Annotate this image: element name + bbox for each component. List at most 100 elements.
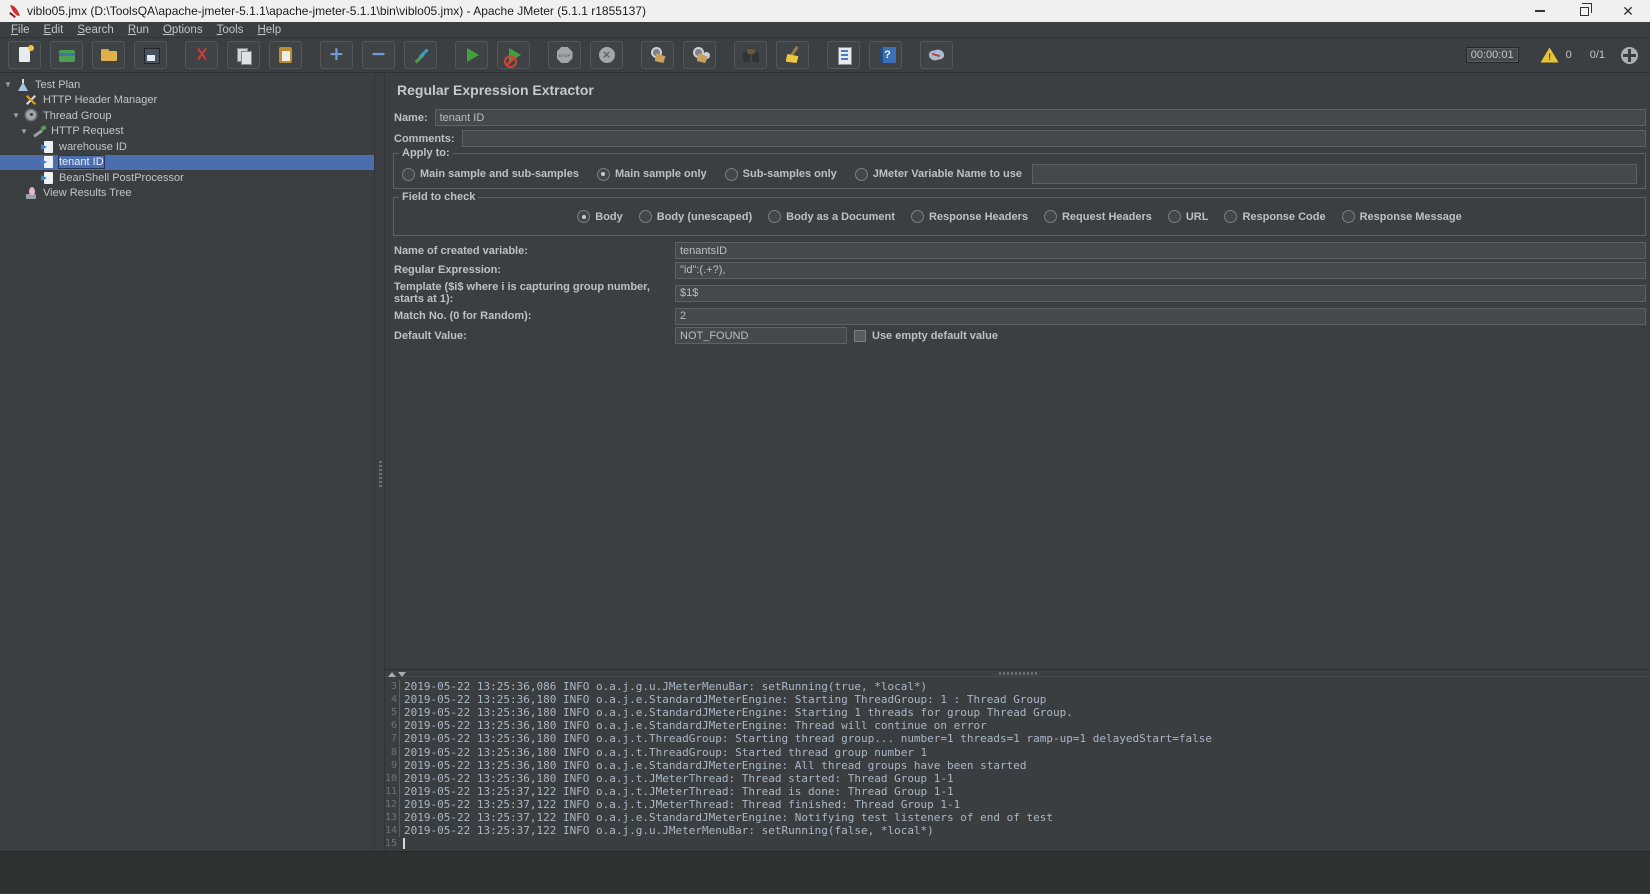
cut-button[interactable] bbox=[185, 41, 218, 69]
shutdown-button[interactable] bbox=[590, 41, 623, 69]
log-line-text: 2019-05-22 13:25:36,180 INFO o.a.j.t.Thr… bbox=[399, 732, 1212, 745]
log-line-text: 2019-05-22 13:25:36,180 INFO o.a.j.e.Sta… bbox=[399, 693, 1046, 706]
stop-button[interactable] bbox=[548, 41, 581, 69]
apply-to-radio-option[interactable]: JMeter Variable Name to use bbox=[855, 168, 1022, 181]
menu-item[interactable]: Search bbox=[70, 24, 120, 36]
plugins-manager-button[interactable] bbox=[920, 41, 953, 69]
menubar: FileEditSearchRunOptionsToolsHelp bbox=[0, 22, 1650, 38]
save-button[interactable] bbox=[134, 41, 167, 69]
remote-start-all-button[interactable] bbox=[641, 41, 674, 69]
radio-button-icon[interactable] bbox=[639, 210, 652, 223]
help-button[interactable] bbox=[869, 41, 902, 69]
field-input[interactable] bbox=[675, 242, 1646, 259]
field-input[interactable] bbox=[675, 262, 1646, 279]
start-no-timers-button[interactable] bbox=[497, 41, 530, 69]
field-to-check-radio-option[interactable]: Request Headers bbox=[1044, 210, 1152, 223]
copy-button[interactable] bbox=[227, 41, 260, 69]
log-splitter[interactable] bbox=[385, 669, 1650, 677]
tree-expand-arrow[interactable]: ▼ bbox=[20, 127, 32, 136]
tree-item[interactable]: BeanShell PostProcessor bbox=[0, 170, 374, 186]
toggle-button[interactable] bbox=[404, 41, 437, 69]
default-value-input[interactable] bbox=[675, 327, 847, 344]
tree-item[interactable]: ▼ HTTP Request bbox=[0, 124, 374, 140]
radio-button-icon[interactable] bbox=[402, 168, 415, 181]
remote-shutdown-all-button[interactable] bbox=[683, 41, 716, 69]
tree-item[interactable]: tenant ID bbox=[0, 155, 374, 171]
restore-button[interactable] bbox=[1562, 0, 1606, 22]
expand-icon bbox=[327, 45, 347, 65]
tree-item[interactable]: ▼ Test Plan bbox=[0, 77, 374, 93]
radio-button-icon[interactable] bbox=[1044, 210, 1057, 223]
name-input[interactable] bbox=[435, 109, 1646, 126]
jmeter-variable-input[interactable] bbox=[1032, 164, 1637, 184]
field-to-check-radio-option[interactable]: Response Code bbox=[1224, 210, 1325, 223]
minimize-button[interactable] bbox=[1518, 0, 1562, 22]
apply-to-radio-option[interactable]: Main sample and sub-samples bbox=[402, 168, 579, 181]
start-button[interactable] bbox=[455, 41, 488, 69]
field-to-check-radio-option[interactable]: Body as a Document bbox=[768, 210, 895, 223]
comments-input[interactable] bbox=[462, 130, 1646, 147]
radio-button-icon[interactable] bbox=[1168, 210, 1181, 223]
apply-to-legend: Apply to: bbox=[399, 147, 453, 159]
field-to-check-radio-option[interactable]: Response Message bbox=[1342, 210, 1462, 223]
tree-expand-arrow[interactable]: ▼ bbox=[4, 80, 16, 89]
warning-icon[interactable] bbox=[1541, 48, 1559, 63]
menu-item[interactable]: Options bbox=[156, 24, 210, 36]
function-helper-button[interactable] bbox=[827, 41, 860, 69]
paste-button[interactable] bbox=[269, 41, 302, 69]
log-line-number: 7 bbox=[385, 733, 399, 744]
radio-button-icon[interactable] bbox=[1224, 210, 1237, 223]
apply-to-radio-option[interactable]: Main sample only bbox=[597, 168, 707, 181]
search-reset-button[interactable] bbox=[776, 41, 809, 69]
log-line-text: 2019-05-22 13:25:36,180 INFO o.a.j.t.Thr… bbox=[399, 746, 927, 759]
expand-all-button[interactable] bbox=[320, 41, 353, 69]
field-to-check-radio-option[interactable]: Response Headers bbox=[911, 210, 1028, 223]
radio-button-icon[interactable] bbox=[725, 168, 738, 181]
tree-item[interactable]: ▼ Thread Group bbox=[0, 108, 374, 124]
menu-item[interactable]: Help bbox=[250, 24, 288, 36]
field-input[interactable] bbox=[675, 285, 1646, 302]
log-line-number: 10 bbox=[385, 773, 399, 784]
menu-item[interactable]: Run bbox=[121, 24, 156, 36]
tree-expand-arrow[interactable]: ▼ bbox=[12, 111, 24, 120]
log-line-number: 15 bbox=[385, 838, 399, 849]
menu-item[interactable]: File bbox=[4, 24, 37, 36]
collapse-all-button[interactable] bbox=[362, 41, 395, 69]
stop-icon bbox=[555, 45, 575, 65]
expand-up-icon[interactable] bbox=[388, 672, 396, 677]
close-button[interactable]: ✕ bbox=[1606, 0, 1650, 22]
splitter-grip[interactable] bbox=[999, 672, 1037, 675]
radio-label: Body bbox=[595, 211, 623, 223]
field-to-check-radio-option[interactable]: Body (unescaped) bbox=[639, 210, 752, 223]
radio-button-icon[interactable] bbox=[597, 168, 610, 181]
field-to-check-radio-option[interactable]: URL bbox=[1168, 210, 1209, 223]
radio-button-icon[interactable] bbox=[855, 168, 868, 181]
tree-item[interactable]: warehouse ID bbox=[0, 139, 374, 155]
vertical-splitter[interactable] bbox=[374, 73, 385, 851]
tree-item[interactable]: View Results Tree bbox=[0, 186, 374, 202]
templates-button[interactable] bbox=[50, 41, 83, 69]
text-cursor bbox=[403, 838, 405, 849]
menu-item[interactable]: Tools bbox=[210, 24, 251, 36]
new-button[interactable] bbox=[8, 41, 41, 69]
log-panel[interactable]: 3 2019-05-22 13:25:36,086 INFO o.a.j.g.u… bbox=[385, 677, 1650, 851]
radio-label: Body as a Document bbox=[786, 211, 895, 223]
log-line: 11 2019-05-22 13:25:37,122 INFO o.a.j.t.… bbox=[385, 785, 1650, 798]
radio-button-icon[interactable] bbox=[768, 210, 781, 223]
radio-button-icon[interactable] bbox=[577, 210, 590, 223]
default-value-row: Default Value: Use empty default value bbox=[393, 327, 1646, 344]
apply-to-radio-option[interactable]: Sub-samples only bbox=[725, 168, 837, 181]
extractor-icon bbox=[40, 171, 55, 185]
field-to-check-radio-option[interactable]: Body bbox=[577, 210, 623, 223]
search-button[interactable] bbox=[734, 41, 767, 69]
radio-button-icon[interactable] bbox=[911, 210, 924, 223]
results-tree-icon bbox=[24, 186, 39, 200]
radio-button-icon[interactable] bbox=[1342, 210, 1355, 223]
open-button[interactable] bbox=[92, 41, 125, 69]
use-empty-default-checkbox[interactable] bbox=[854, 330, 866, 342]
menu-item[interactable]: Edit bbox=[37, 24, 71, 36]
log-line-number: 9 bbox=[385, 760, 399, 771]
collapse-down-icon[interactable] bbox=[398, 672, 406, 677]
tree-item[interactable]: HTTP Header Manager bbox=[0, 93, 374, 109]
field-input[interactable] bbox=[675, 308, 1646, 325]
